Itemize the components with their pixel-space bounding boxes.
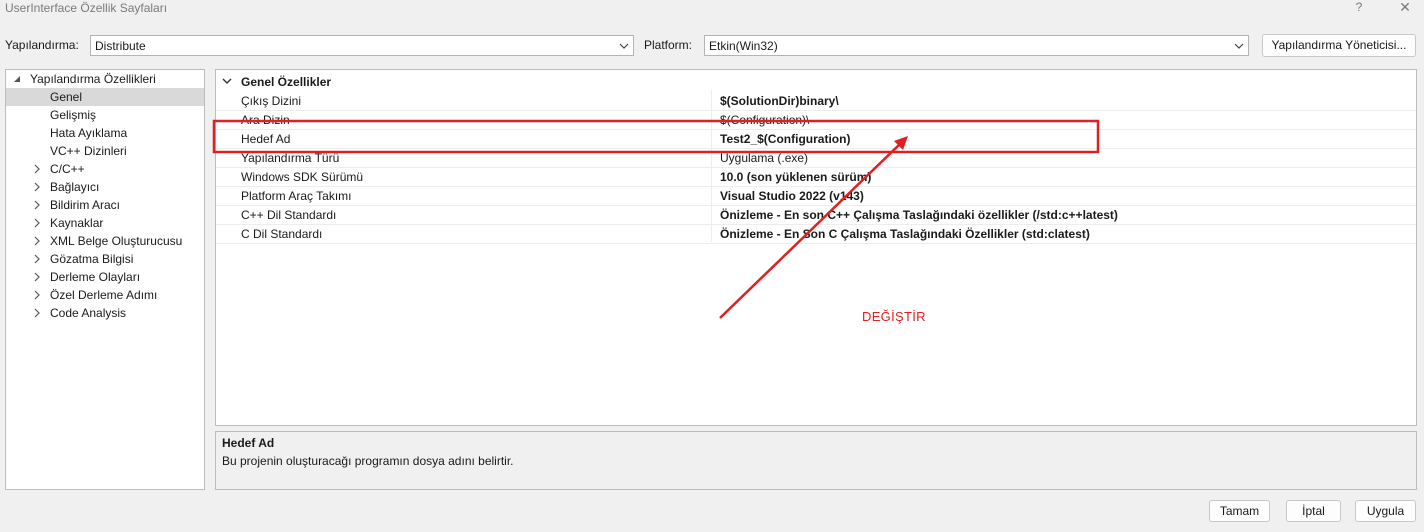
property-value[interactable]: $(SolutionDir)binary\ xyxy=(720,94,839,108)
window-title: UserInterface Özellik Sayfaları xyxy=(5,1,168,15)
triangle-collapsed-icon[interactable] xyxy=(32,253,42,265)
property-row[interactable]: Çıkış Dizini $(SolutionDir)binary\ xyxy=(216,91,1416,111)
tree-item-label: Derleme Olayları xyxy=(50,270,141,284)
tree-item-label: Genel xyxy=(50,90,83,104)
description-panel: Hedef Ad Bu projenin oluşturacağı progra… xyxy=(215,431,1417,490)
property-value[interactable]: Visual Studio 2022 (v143) xyxy=(720,189,864,203)
help-button[interactable]: ? xyxy=(1352,0,1366,14)
tree-item-label: Code Analysis xyxy=(50,306,127,320)
tree-item[interactable]: Genel xyxy=(6,88,204,106)
property-row[interactable]: C++ Dil Standardı Önizleme - En son C++ Ç… xyxy=(216,205,1416,225)
triangle-collapsed-icon[interactable] xyxy=(32,217,42,229)
tree-item[interactable]: Derleme Olayları xyxy=(6,268,204,286)
tree-item[interactable]: Gelişmiş xyxy=(6,106,204,124)
tree-item-label: Özel Derleme Adımı xyxy=(50,288,158,302)
triangle-collapsed-icon[interactable] xyxy=(32,163,42,175)
section-header[interactable]: Genel Özellikler xyxy=(216,72,1416,90)
annotation-text: DEĞİŞTİR xyxy=(862,309,926,324)
tree-item-label: Bağlayıcı xyxy=(50,180,100,194)
tree-item[interactable]: Code Analysis xyxy=(6,304,204,322)
title-bar: UserInterface Özellik Sayfaları ? ✕ xyxy=(0,0,1424,18)
close-button[interactable]: ✕ xyxy=(1396,0,1414,15)
description-title: Hedef Ad xyxy=(222,436,275,450)
section-title: Genel Özellikler xyxy=(241,75,332,89)
property-grid: Genel Özellikler Çıkış Dizini $(SolutionD… xyxy=(215,69,1417,426)
cancel-button[interactable]: İptal xyxy=(1286,500,1341,522)
tree-item[interactable]: Gözatma Bilgisi xyxy=(6,250,204,268)
configuration-select[interactable]: Distribute xyxy=(90,35,634,56)
property-row[interactable]: Hedef Ad Test2_$(Configuration) xyxy=(216,129,1416,149)
tree-item-label: Kaynaklar xyxy=(50,216,104,230)
tree-item[interactable]: XML Belge Oluşturucusu xyxy=(6,232,204,250)
triangle-collapsed-icon[interactable] xyxy=(32,271,42,283)
tree-item-label: Gözatma Bilgisi xyxy=(50,252,134,266)
configuration-manager-button[interactable]: Yapılandırma Yöneticisi... xyxy=(1262,34,1416,57)
tree-root[interactable]: Yapılandırma Özellikleri xyxy=(6,70,204,88)
chevron-down-icon[interactable] xyxy=(222,77,232,85)
property-name: Windows SDK Sürümü xyxy=(241,170,364,184)
property-value[interactable]: Önizleme - En son C++ Çalışma Taslağında… xyxy=(720,208,1118,222)
property-value[interactable]: Uygulama (.exe) xyxy=(720,151,808,165)
property-name: Platform Araç Takımı xyxy=(241,189,352,203)
property-value[interactable]: 10.0 (son yüklenen sürüm) xyxy=(720,170,871,184)
tree-item-label: Gelişmiş xyxy=(50,108,97,122)
property-name: Çıkış Dizini xyxy=(241,94,302,108)
tree-item-label: Hata Ayıklama xyxy=(50,126,128,140)
property-row[interactable]: Platform Araç Takımı Visual Studio 2022 (… xyxy=(216,186,1416,206)
property-row[interactable]: Ara Dizin $(Configuration)\ xyxy=(216,110,1416,130)
property-value[interactable]: Test2_$(Configuration) xyxy=(720,132,850,146)
triangle-expanded-icon[interactable] xyxy=(12,73,22,85)
tree-root-label: Yapılandırma Özellikleri xyxy=(30,72,156,86)
property-value[interactable]: Önizleme - En Son C Çalışma Taslağındaki… xyxy=(720,227,1090,241)
platform-value: Etkin(Win32) xyxy=(709,39,778,53)
chevron-down-icon xyxy=(1234,43,1244,49)
triangle-collapsed-icon[interactable] xyxy=(32,307,42,319)
triangle-collapsed-icon[interactable] xyxy=(32,181,42,193)
tree-item-label: VC++ Dizinleri xyxy=(50,144,127,158)
property-name: C++ Dil Standardı xyxy=(241,208,337,222)
tree-item[interactable]: Hata Ayıklama xyxy=(6,124,204,142)
apply-button[interactable]: Uygula xyxy=(1355,500,1416,522)
tree-item-label: XML Belge Oluşturucusu xyxy=(50,234,183,248)
tree-item[interactable]: Özel Derleme Adımı xyxy=(6,286,204,304)
platform-select[interactable]: Etkin(Win32) xyxy=(704,35,1249,56)
triangle-collapsed-icon[interactable] xyxy=(32,199,42,211)
tree-item[interactable]: Bildirim Aracı xyxy=(6,196,204,214)
tree-item[interactable]: Kaynaklar xyxy=(6,214,204,232)
property-name: Yapılandırma Türü xyxy=(241,151,340,165)
ok-button[interactable]: Tamam xyxy=(1209,500,1270,522)
tree-item-label: C/C++ xyxy=(50,162,85,176)
platform-label: Platform: xyxy=(644,38,693,52)
tree-item[interactable]: VC++ Dizinleri xyxy=(6,142,204,160)
property-row[interactable]: Windows SDK Sürümü 10.0 (son yüklenen sür… xyxy=(216,167,1416,187)
configuration-value: Distribute xyxy=(95,39,146,53)
chevron-down-icon xyxy=(619,43,629,49)
tree-item-label: Bildirim Aracı xyxy=(50,198,121,212)
property-row[interactable]: C Dil Standardı Önizleme - En Son C Çalış… xyxy=(216,224,1416,244)
property-name: Ara Dizin xyxy=(241,113,290,127)
property-tree: Yapılandırma Özellikleri Genel Gelişmiş Ha… xyxy=(5,69,205,490)
tree-item[interactable]: C/C++ xyxy=(6,160,204,178)
triangle-collapsed-icon[interactable] xyxy=(32,289,42,301)
property-value[interactable]: $(Configuration)\ xyxy=(720,113,809,127)
property-name: Hedef Ad xyxy=(241,132,291,146)
tree-item[interactable]: Bağlayıcı xyxy=(6,178,204,196)
property-row[interactable]: Yapılandırma Türü Uygulama (.exe) xyxy=(216,148,1416,168)
property-name: C Dil Standardı xyxy=(241,227,323,241)
configuration-label: Yapılandırma: xyxy=(5,38,79,52)
description-text: Bu projenin oluşturacağı programın dosya… xyxy=(222,454,514,468)
triangle-collapsed-icon[interactable] xyxy=(32,235,42,247)
